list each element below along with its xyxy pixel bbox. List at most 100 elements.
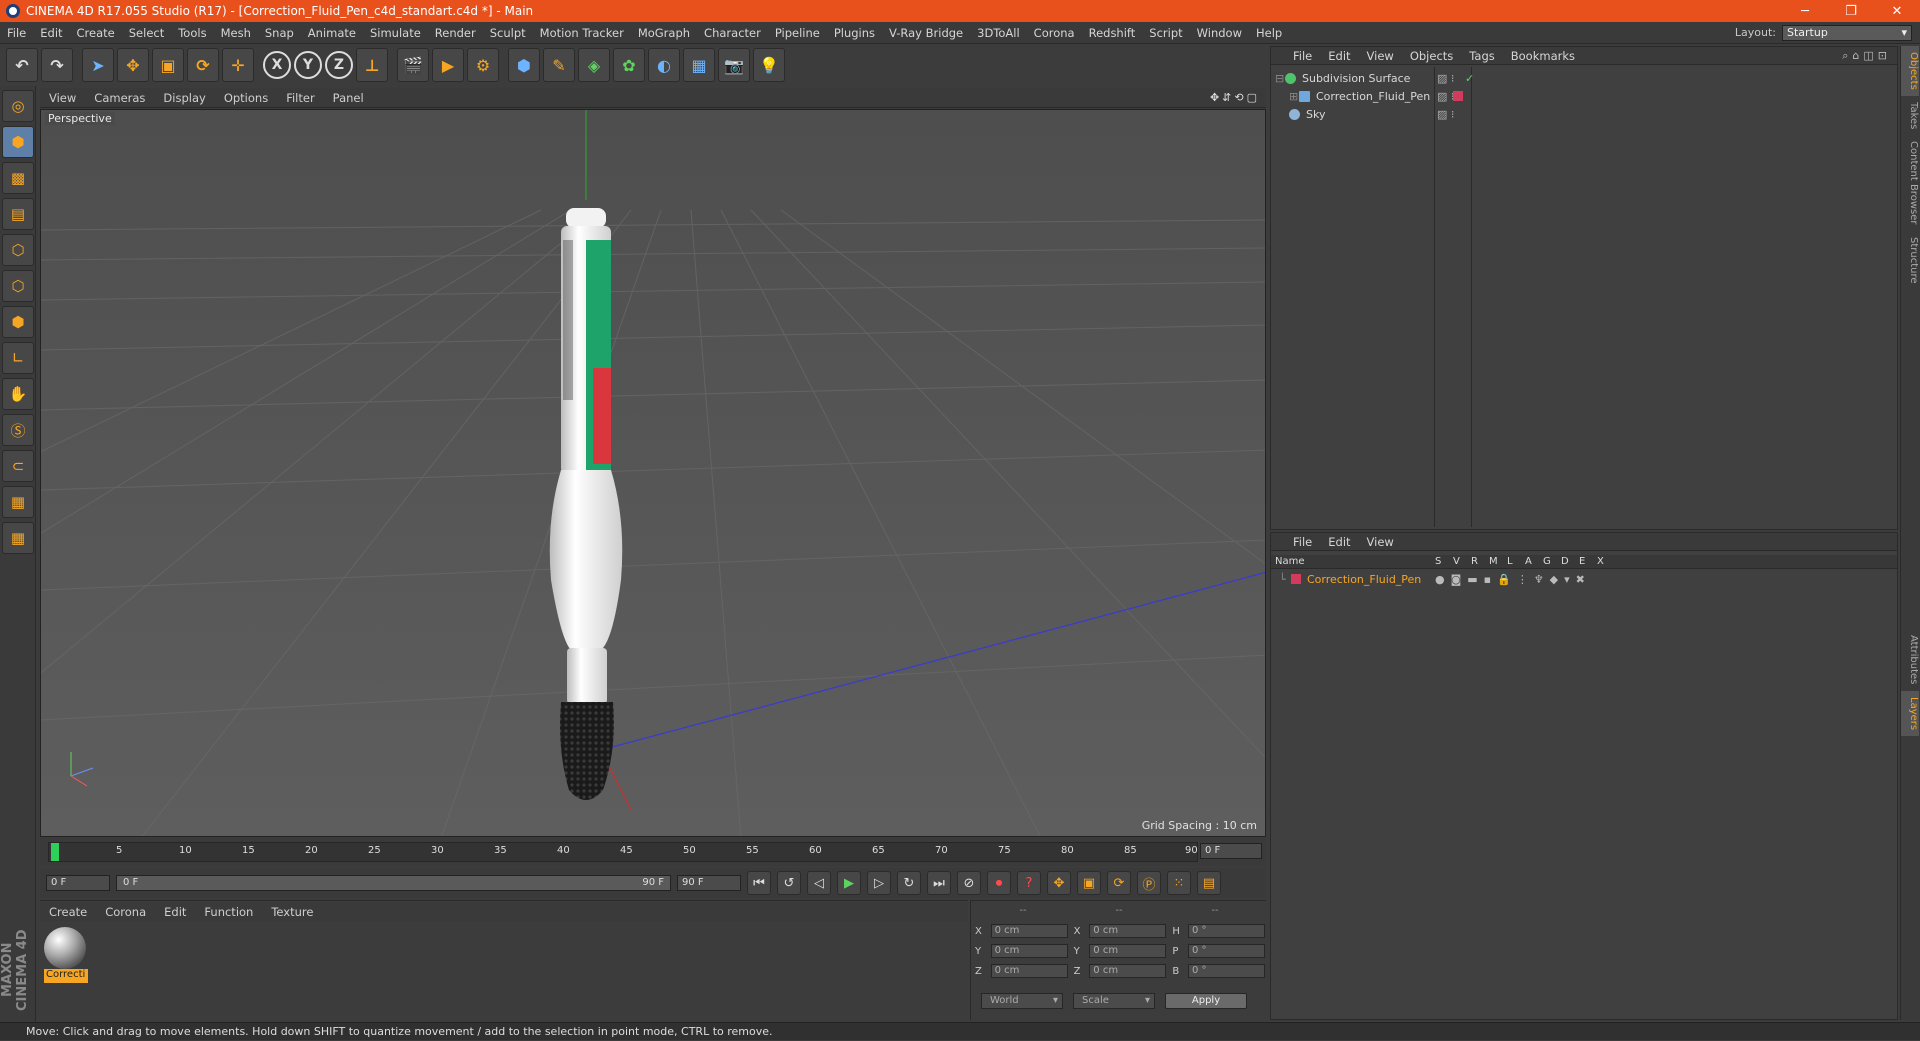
menu-render[interactable]: Render [428, 26, 483, 40]
points-mode-icon[interactable]: ⬡ [2, 234, 34, 266]
subdivision-surface-icon[interactable]: ◈ [578, 48, 610, 82]
render-to-picture-viewer-icon[interactable]: ▶ [432, 48, 464, 82]
material-menu-edit[interactable]: Edit [155, 905, 195, 919]
viewport-menu-cameras[interactable]: Cameras [85, 91, 154, 105]
floor-scene-icon[interactable]: ▦ [683, 48, 715, 82]
key-position-icon[interactable]: ✥ [1047, 871, 1071, 895]
viewport-menu-view[interactable]: View [40, 91, 85, 105]
visibility-toggle-icon[interactable]: ▨ ⁝ [1437, 72, 1454, 85]
array-icon[interactable]: ✿ [613, 48, 645, 82]
menu-simulate[interactable]: Simulate [363, 26, 428, 40]
tab-layers[interactable]: Layers [1901, 690, 1919, 736]
viewport-nav-icons[interactable]: ✥⇵⟲▢ [1210, 91, 1266, 104]
axis-mode-icon[interactable]: ∟ [2, 342, 34, 374]
layout-dropdown[interactable]: Startup [1782, 24, 1912, 41]
solo-mode-icon[interactable]: Ⓢ [2, 414, 34, 446]
transform-tool-icon[interactable]: ✛ [222, 48, 254, 82]
menu-corona[interactable]: Corona [1027, 26, 1082, 40]
menu-3dtoall[interactable]: 3DToAll [970, 26, 1027, 40]
record-keys-icon[interactable]: ⏺ [987, 871, 1011, 895]
tree-expand-icon[interactable]: ⊞ [1289, 90, 1299, 103]
menu-mesh[interactable]: Mesh [214, 26, 258, 40]
menu-animate[interactable]: Animate [301, 26, 363, 40]
layer-name[interactable]: Correction_Fluid_Pen [1307, 573, 1435, 586]
size-z-field[interactable]: 0 cm [1089, 964, 1167, 978]
position-z-field[interactable]: 0 cm [990, 964, 1068, 978]
enabled-check-icon[interactable]: ✓ [1465, 72, 1474, 85]
move-tool-icon[interactable]: ✥ [117, 48, 149, 82]
tab-takes[interactable]: Takes [1901, 96, 1919, 135]
size-y-field[interactable]: 0 cm [1089, 944, 1167, 958]
planar-workplane-icon[interactable]: ▦ [2, 522, 34, 554]
layer-row[interactable]: └ Correction_Fluid_Pen ●◙▬▪🔒⋮♆◆▾✖ [1271, 571, 1897, 587]
minimize-button[interactable]: ─ [1782, 4, 1828, 19]
play-icon[interactable]: ▶ [837, 871, 861, 895]
deformer-icon[interactable]: ◐ [648, 48, 680, 82]
menu-script[interactable]: Script [1142, 26, 1189, 40]
layer-menu-file[interactable]: File [1285, 535, 1320, 549]
position-y-field[interactable]: 0 cm [990, 944, 1068, 958]
pen-spline-icon[interactable]: ✎ [543, 48, 575, 82]
motion-record-icon[interactable]: ⊘ [957, 871, 981, 895]
restore-button[interactable]: ❐ [1828, 4, 1874, 19]
tab-attributes[interactable]: Attributes [1901, 629, 1919, 690]
object-menu-edit[interactable]: Edit [1320, 49, 1358, 63]
coord-mode-dropdown[interactable]: World [981, 993, 1063, 1009]
viewport-menu-panel[interactable]: Panel [324, 91, 373, 105]
rotation-h-field[interactable]: 0 ° [1187, 924, 1266, 938]
tab-content-browser[interactable]: Content Browser [1901, 135, 1919, 230]
next-key-icon[interactable]: ↻ [897, 871, 921, 895]
render-view-icon[interactable]: 🎬 [397, 48, 429, 82]
snap-icon[interactable]: ⊂ [2, 450, 34, 482]
tab-objects[interactable]: Objects [1901, 46, 1919, 96]
cube-object-icon[interactable]: ⬢ [508, 48, 540, 82]
menu-motion-tracker[interactable]: Motion Tracker [533, 26, 631, 40]
viewport-menu-filter[interactable]: Filter [277, 91, 323, 105]
menu-pipeline[interactable]: Pipeline [768, 26, 827, 40]
camera-icon[interactable]: 📷 [718, 48, 750, 82]
key-scale-icon[interactable]: ▣ [1077, 871, 1101, 895]
menu-tools[interactable]: Tools [171, 26, 213, 40]
go-to-end-icon[interactable]: ⏭ [927, 871, 951, 895]
menu-window[interactable]: Window [1190, 26, 1249, 40]
end-frame-field[interactable]: 90 F [677, 875, 741, 891]
polygons-mode-icon[interactable]: ⬢ [2, 306, 34, 338]
playhead-marker[interactable] [51, 843, 59, 861]
object-row-sky[interactable]: Sky ▨ ⁝ [1275, 105, 1895, 123]
model-mode-icon[interactable]: ⬢ [2, 126, 34, 158]
menu-redshift[interactable]: Redshift [1082, 26, 1143, 40]
position-x-field[interactable]: 0 cm [990, 924, 1068, 938]
texture-mode-icon[interactable]: ▩ [2, 162, 34, 194]
y-axis-lock-icon[interactable]: Y [294, 51, 322, 79]
coord-scale-dropdown[interactable]: Scale [1073, 993, 1155, 1009]
start-frame-field[interactable]: 0 F [46, 875, 110, 891]
select-arrow-icon[interactable]: ➤ [82, 48, 114, 82]
menu-edit[interactable]: Edit [33, 26, 69, 40]
layer-color-swatch[interactable] [1291, 574, 1301, 584]
object-menu-objects[interactable]: Objects [1402, 49, 1461, 63]
object-manager-toolbar-icons[interactable]: ⌕⌂◫⊡ [1842, 49, 1897, 63]
menu-help[interactable]: Help [1249, 26, 1289, 40]
menu-snap[interactable]: Snap [258, 26, 301, 40]
rotation-p-field[interactable]: 0 ° [1187, 944, 1266, 958]
menu-sculpt[interactable]: Sculpt [483, 26, 533, 40]
next-frame-icon[interactable]: ▷ [867, 871, 891, 895]
material-menu-texture[interactable]: Texture [262, 905, 322, 919]
viewport-menu-display[interactable]: Display [154, 91, 214, 105]
layer-color-tag[interactable] [1453, 91, 1463, 101]
auto-key-icon[interactable]: ? [1017, 871, 1041, 895]
tree-collapse-icon[interactable]: ⊟ [1275, 72, 1285, 85]
menu-select[interactable]: Select [122, 26, 171, 40]
z-axis-lock-icon[interactable]: Z [325, 51, 353, 79]
object-row-correction-fluid-pen[interactable]: ⊞ Correction_Fluid_Pen ▨ ⁝ [1275, 87, 1895, 105]
rotation-b-field[interactable]: 0 ° [1187, 964, 1266, 978]
layer-menu-edit[interactable]: Edit [1320, 535, 1358, 549]
workplane-mode-icon[interactable]: ▤ [2, 198, 34, 230]
layer-menu-view[interactable]: View [1359, 535, 1402, 549]
material-menu-function[interactable]: Function [195, 905, 262, 919]
perspective-viewport[interactable]: Perspective Grid Spacing : 10 cm [40, 109, 1266, 837]
menu-mograph[interactable]: MoGraph [631, 26, 697, 40]
material-menu-corona[interactable]: Corona [96, 905, 155, 919]
menu-file[interactable]: File [0, 26, 33, 40]
viewport-menu-options[interactable]: Options [215, 91, 277, 105]
